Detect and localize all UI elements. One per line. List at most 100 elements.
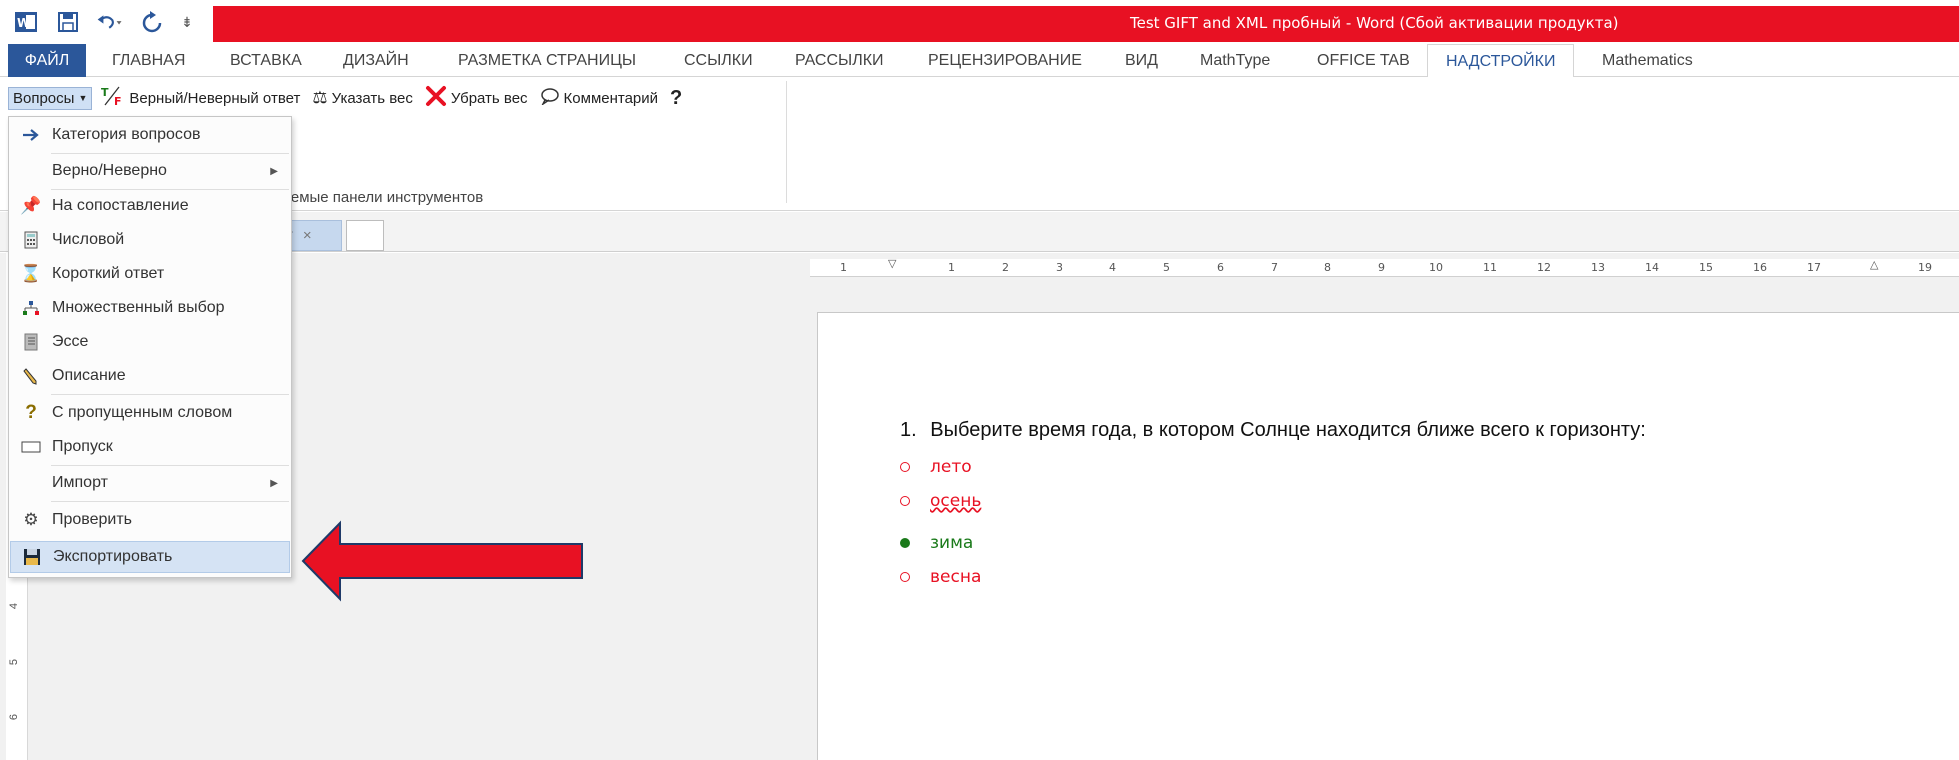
tab-file[interactable]: ФАЙЛ [8,44,86,77]
question-icon: ? [25,402,37,423]
comment-label: Комментарий [563,89,659,107]
svg-text:T: T [101,86,109,99]
question-text[interactable]: 1. Выберите время года, в котором Солнце… [900,419,1646,442]
answer-option[interactable]: лето [900,457,972,477]
quick-access-toolbar: W ⇟ [0,0,194,44]
answer-option[interactable]: зима [900,533,973,553]
floppy-icon [11,548,53,566]
title-bar-banner [213,6,1959,42]
menu-item-matching[interactable]: 📌 На сопоставление [10,190,290,222]
tab-references[interactable]: ССЫЛКИ [684,44,753,77]
tab-page-layout[interactable]: РАЗМЕТКА СТРАНИЦЫ [458,44,636,77]
answer-option[interactable]: весна [900,567,981,587]
menu-item-question-category[interactable]: Категория вопросов [10,119,290,151]
question-number: 1. [900,419,917,441]
horizontal-ruler-mark: 17 [1807,261,1821,274]
horizontal-ruler-mark: 3 [1056,261,1063,274]
wrong-bullet-icon [900,572,910,582]
menu-item-blank[interactable]: Пропуск [10,431,290,463]
tab-office-tab[interactable]: OFFICE TAB [1317,44,1410,77]
tab-home[interactable]: ГЛАВНАЯ [112,44,185,77]
ribbon-toolbar: Вопросы ▼ TF Верный/Неверный ответ ⚖ Ука… [8,85,685,111]
close-icon[interactable]: × [303,227,312,244]
menu-item-export[interactable]: Экспортировать [10,541,290,573]
horizontal-ruler-mark: 19 [1918,261,1932,274]
svg-text:W: W [17,16,30,30]
redo-icon[interactable] [138,8,166,36]
menu-item-missing-word[interactable]: ? С пропущенным словом [10,397,290,429]
undo-icon[interactable] [96,8,124,36]
menu-separator [51,153,289,154]
horizontal-ruler-mark: 9 [1378,261,1385,274]
menu-item-short-answer[interactable]: ⌛ Короткий ответ [10,258,290,290]
set-weight-label: Указать вес [331,89,413,107]
horizontal-ruler-mark: 10 [1429,261,1443,274]
tab-mathtype[interactable]: MathType [1200,44,1270,77]
hourglass-icon: ⌛ [20,264,42,283]
gears-icon: ⚙ [23,510,39,529]
menu-separator [51,501,289,502]
menu-separator [51,465,289,466]
submenu-arrow-icon: ▶ [270,477,278,489]
tab-view[interactable]: ВИД [1125,44,1158,77]
horizontal-ruler-mark: 5 [1163,261,1170,274]
right-indent-marker-icon[interactable]: △ [1870,258,1878,271]
true-false-button[interactable]: TF Верный/Неверный ответ [98,83,303,113]
help-button[interactable]: ? [667,85,685,112]
question-mark-icon: ? [670,86,683,109]
tab-mathematics[interactable]: Mathematics [1602,44,1693,77]
new-tab-button[interactable] [346,220,384,251]
ribbon-tabs: ФАЙЛ ГЛАВНАЯ ВСТАВКА ДИЗАЙН РАЗМЕТКА СТР… [0,44,1959,78]
menu-item-multiple-choice[interactable]: Множественный выбор [10,292,290,324]
tab-addins[interactable]: НАДСТРОЙКИ [1427,44,1575,78]
menu-item-description[interactable]: Описание [10,360,290,392]
menu-separator [51,394,289,395]
horizontal-ruler-mark: 16 [1753,261,1767,274]
horizontal-ruler-mark: 7 [1271,261,1278,274]
correct-bullet-icon [900,538,910,548]
answer-option[interactable]: осень [900,491,981,511]
questions-dropdown-button[interactable]: Вопросы ▼ [8,86,93,110]
word-icon[interactable]: W [12,8,40,36]
save-icon[interactable] [54,8,82,36]
pin-icon: 📌 [20,196,42,215]
tab-design[interactable]: ДИЗАЙН [343,44,409,77]
ribbon-group-separator [786,81,787,203]
chevron-down-icon: ▼ [78,93,88,103]
scales-icon: ⚖ [312,88,328,107]
horizontal-ruler-mark: 2 [1002,261,1009,274]
set-weight-button[interactable]: ⚖ Указать вес [309,86,416,110]
customize-icon[interactable]: ⇟ [180,8,194,36]
horizontal-ruler-mark: 11 [1483,261,1497,274]
menu-item-import[interactable]: Импорт ▶ [10,467,290,499]
menu-item-true-false[interactable]: Верно/Неверно ▶ [10,155,290,187]
answer-text: лето [930,457,972,477]
window-title: Test GIFT and XML пробный - Word (Сбой а… [1130,14,1619,32]
indent-marker-icon[interactable]: ▽ [888,257,896,270]
tab-mailings[interactable]: РАССЫЛКИ [795,44,884,77]
answer-text: весна [930,567,982,587]
answer-text: зима [930,533,974,553]
tab-insert[interactable]: ВСТАВКА [230,44,302,77]
tab-review[interactable]: РЕЦЕНЗИРОВАНИЕ [928,44,1082,77]
menu-item-essay[interactable]: Эссе [10,326,290,358]
arrow-right-icon [10,128,52,142]
svg-text:F: F [114,95,122,107]
true-false-label: Верный/Неверный ответ [129,89,301,107]
red-x-icon [425,85,447,111]
menu-item-check[interactable]: ⚙ Проверить [10,504,290,536]
notebook-icon [10,333,52,351]
true-false-icon: TF [101,85,125,111]
hierarchy-icon [10,300,52,316]
comment-button[interactable]: Комментарий [537,85,661,111]
ribbon-panel: Вопросы ▼ TF Верный/Неверный ответ ⚖ Ука… [0,77,1959,211]
submenu-arrow-icon: ▶ [270,165,278,177]
pencil-icon [10,367,52,385]
title-bar: W ⇟ Test GIFT and XML пробный - Word (Сб… [0,0,1959,44]
document-page[interactable]: 1. Выберите время года, в котором Солнце… [817,312,1959,760]
remove-weight-button[interactable]: Убрать вес [422,83,531,113]
horizontal-ruler-mark: 1 [840,261,847,274]
menu-item-numerical[interactable]: Числовой [10,224,290,256]
horizontal-ruler: 1 ▽ 1 2 3 4 5 6 7 8 9 10 11 12 13 14 15 … [810,257,1959,277]
speech-bubble-icon [540,87,560,109]
